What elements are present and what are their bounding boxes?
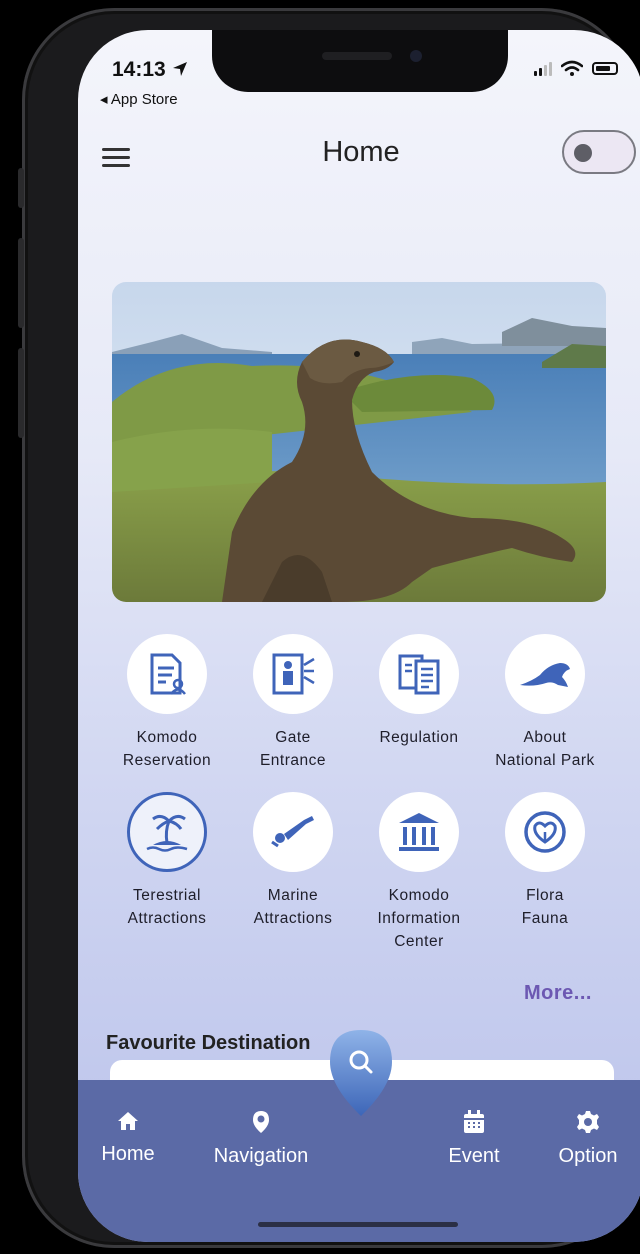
volume-up-button — [18, 238, 24, 328]
notch — [212, 30, 508, 92]
komodo-dragon-photo — [112, 282, 606, 602]
more-link[interactable]: More... — [524, 982, 592, 1005]
cellular-signal-icon — [534, 60, 552, 76]
gate-entrance-tile[interactable]: Gate Entrance — [228, 634, 358, 772]
regulation-documents-icon — [379, 634, 459, 714]
gear-icon — [577, 1111, 599, 1133]
home-indicator — [258, 1222, 458, 1227]
tile-label: Komodo Reservation — [122, 729, 212, 769]
tile-label: Terestrial Attractions — [127, 887, 207, 927]
home-icon — [118, 1112, 138, 1130]
dark-mode-toggle[interactable] — [562, 130, 636, 174]
nav-label: Option — [558, 1145, 618, 1167]
nav-option[interactable]: Option — [552, 1110, 624, 1168]
about-national-park-tile[interactable]: About National Park — [480, 634, 610, 772]
status-icons — [534, 60, 618, 76]
phone-frame: 14:13 ◂ App Store Home Komodo Reservatio… — [18, 8, 640, 1248]
gate-entrance-icon — [253, 634, 333, 714]
komodo-information-center-tile[interactable]: Komodo Information Center — [354, 792, 484, 953]
location-pin-icon — [253, 1111, 269, 1133]
location-arrow-icon — [172, 62, 187, 76]
komodo-lizard-icon — [505, 634, 585, 714]
flora-fauna-tile[interactable]: Flora Fauna — [480, 792, 610, 930]
reservation-document-icon — [127, 634, 207, 714]
search-icon — [330, 1030, 392, 1116]
nav-navigation[interactable]: Navigation — [206, 1110, 316, 1168]
tile-label: Komodo Information Center — [377, 887, 461, 950]
back-to-app-store[interactable]: ◂ App Store — [100, 90, 178, 108]
volume-down-button — [18, 348, 24, 438]
institution-building-icon — [379, 792, 459, 872]
status-time-text: 14:13 — [112, 58, 166, 81]
marine-attractions-tile[interactable]: Marine Attractions — [228, 792, 358, 930]
nav-home[interactable]: Home — [98, 1110, 158, 1166]
nav-event[interactable]: Event — [442, 1110, 506, 1168]
tile-label: Marine Attractions — [253, 887, 333, 927]
tile-label: Flora Fauna — [521, 887, 569, 927]
tile-label: About National Park — [495, 729, 595, 769]
status-time: 14:13 — [112, 58, 188, 82]
tile-label: Gate Entrance — [259, 729, 327, 769]
leaf-heart-icon — [505, 792, 585, 872]
nav-label: Navigation — [213, 1145, 309, 1167]
tile-label: Regulation — [379, 729, 459, 746]
mute-switch — [18, 168, 24, 208]
app-screen: 14:13 ◂ App Store Home Komodo Reservatio… — [78, 30, 640, 1242]
island-palm-icon — [127, 792, 207, 872]
terestrial-attractions-tile[interactable]: Terestrial Attractions — [102, 792, 232, 930]
diver-icon — [253, 792, 333, 872]
komodo-reservation-tile[interactable]: Komodo Reservation — [102, 634, 232, 772]
calendar-icon — [464, 1110, 484, 1133]
center-search-button[interactable] — [326, 1028, 396, 1118]
wifi-icon — [561, 60, 583, 76]
regulation-tile[interactable]: Regulation — [354, 634, 484, 749]
battery-icon — [592, 61, 618, 75]
speaker — [322, 52, 392, 60]
favourite-destination-heading: Favourite Destination — [106, 1032, 311, 1054]
front-camera — [410, 50, 422, 62]
nav-label: Home — [101, 1143, 155, 1165]
nav-label: Event — [448, 1145, 500, 1167]
page-title: Home — [322, 136, 400, 168]
hero-komodo-image — [112, 282, 606, 602]
toggle-knob — [574, 144, 592, 162]
